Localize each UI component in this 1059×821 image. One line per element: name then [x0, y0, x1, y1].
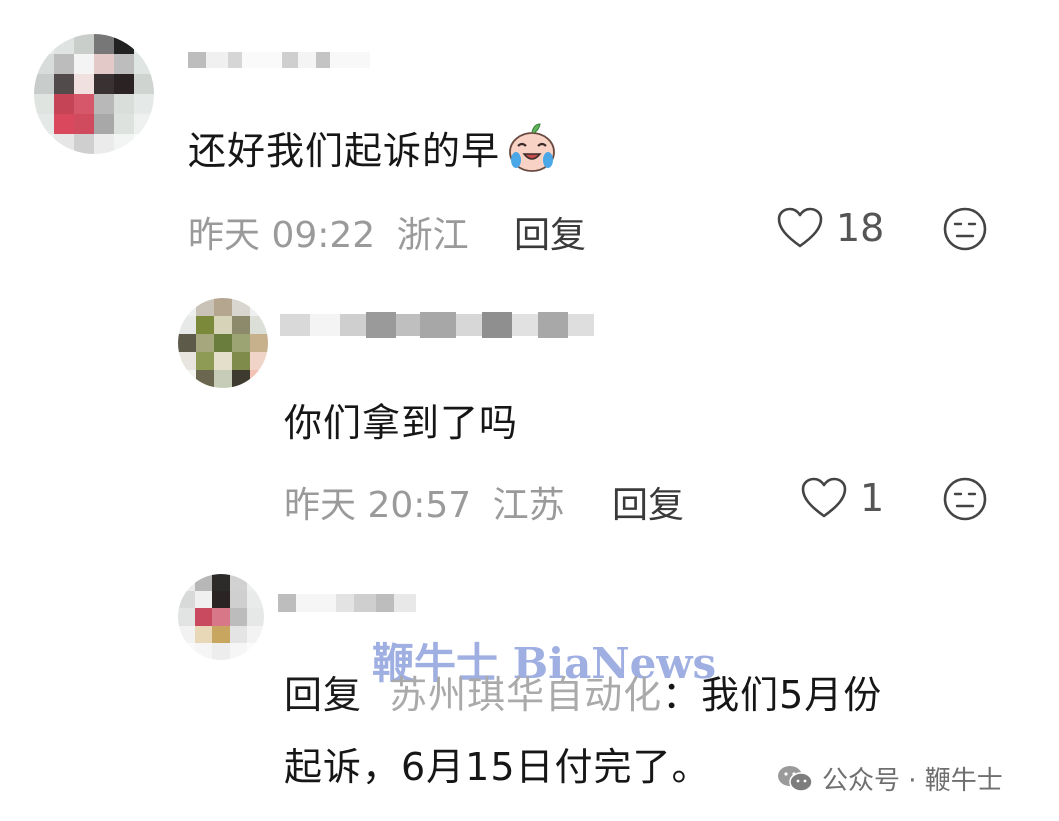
- username[interactable]: [280, 312, 594, 338]
- like-count: 1: [860, 476, 885, 520]
- reply-button[interactable]: 回复: [514, 206, 586, 258]
- comment-location: 浙江: [396, 215, 469, 256]
- avatar[interactable]: [34, 34, 154, 154]
- like-button[interactable]: 1: [800, 476, 884, 520]
- comment-time: 昨天 09:22: [188, 215, 376, 256]
- username[interactable]: [188, 52, 370, 68]
- wechat-icon: [778, 765, 813, 792]
- avatar[interactable]: [178, 574, 264, 660]
- comment-text: 你们拿到了吗: [284, 401, 519, 445]
- comment-time: 昨天 20:57: [284, 485, 472, 526]
- comment-body: 还好我们起诉的早: [188, 129, 501, 173]
- reply-prefix: 回复: [284, 673, 363, 717]
- crying-laughing-emoji-icon: [509, 122, 555, 172]
- comment-text-line2: 起诉，6月15日付完了。: [284, 745, 711, 789]
- reply-target-username[interactable]: 苏州琪华自动化: [389, 673, 662, 717]
- comment-meta: 昨天 20:57 江苏: [284, 476, 565, 528]
- heart-icon: [777, 207, 823, 248]
- comment-body: ：我们5月份: [662, 673, 883, 717]
- avatar[interactable]: [178, 298, 268, 388]
- comment-meta: 昨天 09:22 浙江: [188, 206, 469, 258]
- comment-location: 江苏: [492, 485, 565, 526]
- dislike-emoji-icon[interactable]: [942, 476, 988, 522]
- reply-button[interactable]: 回复: [612, 476, 684, 528]
- like-count: 18: [836, 206, 885, 250]
- heart-icon: [801, 477, 847, 518]
- dislike-emoji-icon[interactable]: [942, 206, 988, 252]
- source-credit: 公众号 · 鞭牛士: [776, 760, 1003, 797]
- username[interactable]: [278, 594, 416, 612]
- source-label: 公众号 · 鞭牛士: [822, 766, 1003, 796]
- comment-text: 还好我们起诉的早: [188, 120, 558, 175]
- like-button[interactable]: 18: [776, 206, 884, 250]
- comment-text: 回复 苏州琪华自动化：我们5月份: [284, 664, 882, 719]
